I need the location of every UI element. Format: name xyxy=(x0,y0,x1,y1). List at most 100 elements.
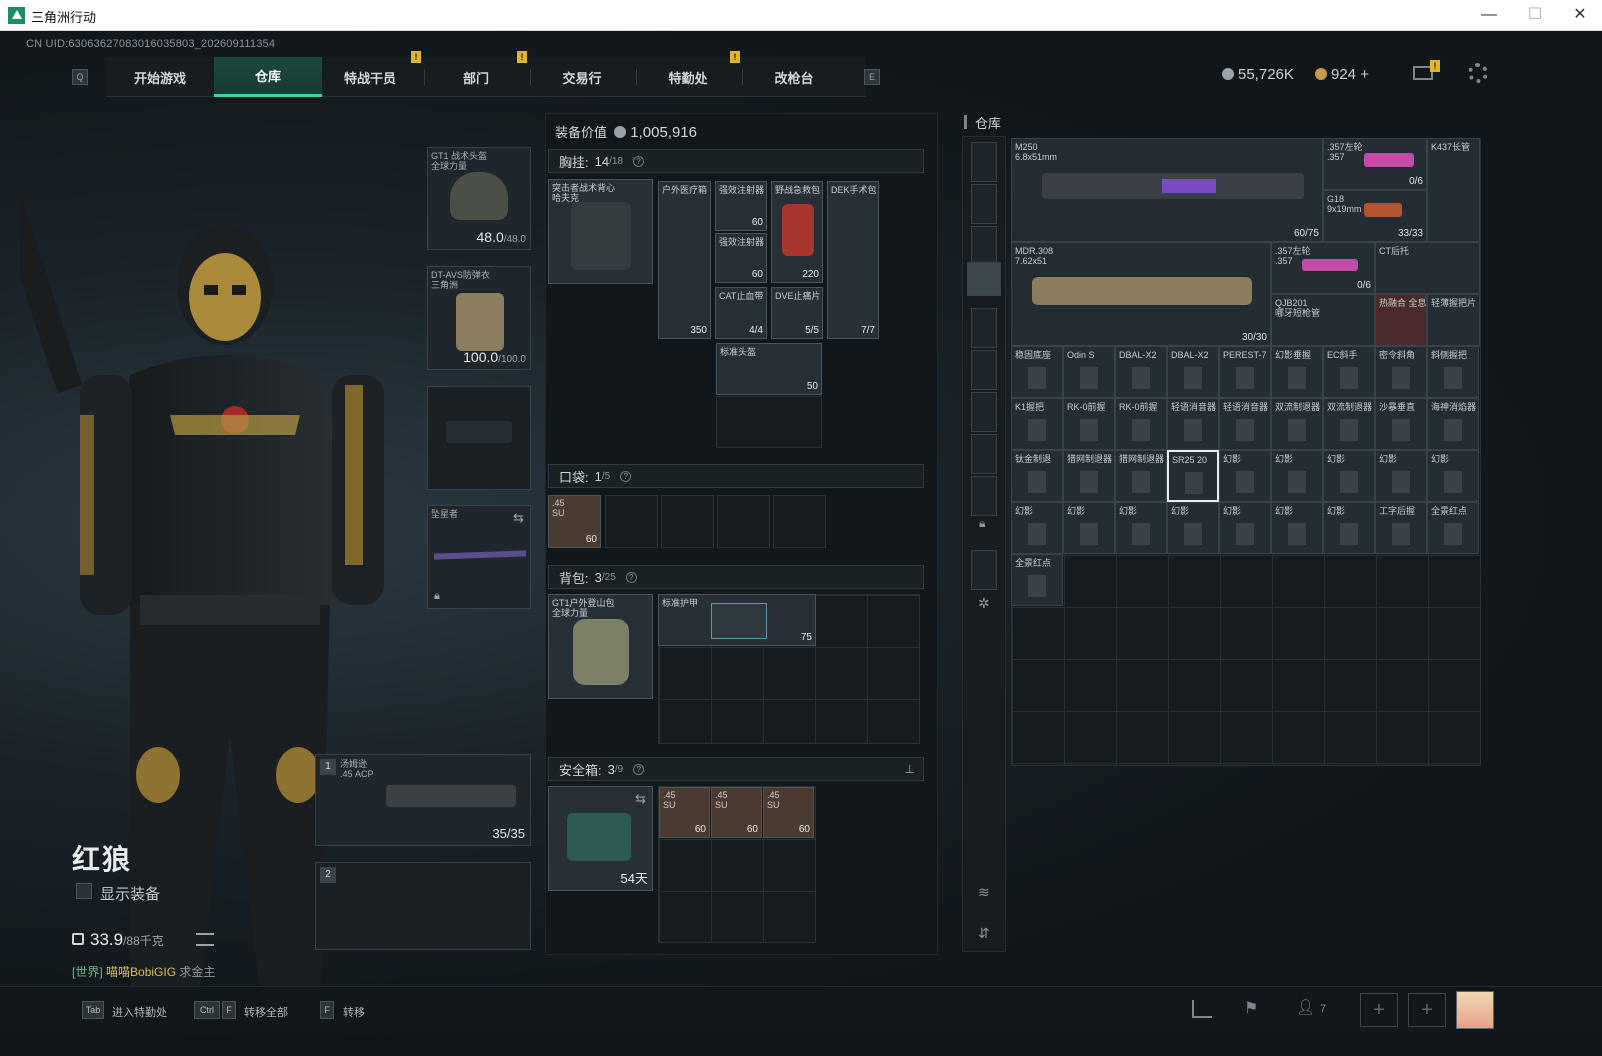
sidearm-slot[interactable] xyxy=(427,386,531,490)
warehouse-item-357[interactable]: .357左轮 .357 0/6 xyxy=(1323,138,1427,190)
layers-icon[interactable]: ≋ xyxy=(978,884,990,901)
warehouse-item-qjb201[interactable]: QJB201 哪牙短枪管 xyxy=(1271,294,1375,346)
player-avatar[interactable] xyxy=(1456,991,1494,1029)
chest-item-injector[interactable]: 强效注射器 60 xyxy=(715,233,767,283)
warehouse-item[interactable]: 幻影 xyxy=(1271,450,1323,502)
swap-icon[interactable]: ⇆ xyxy=(513,510,524,526)
chest-item-field-kit[interactable]: 野战急救包 220 xyxy=(771,181,823,283)
tab-warehouse[interactable]: 仓库 xyxy=(214,57,322,97)
chest-rig-item[interactable]: 突击者战术背心 哈夫克 xyxy=(548,179,653,284)
transfer-button[interactable]: 转移 xyxy=(343,1004,365,1020)
warehouse-tab-7-icon[interactable] xyxy=(971,434,997,474)
warehouse-item-357b[interactable]: .357左轮 .357 0/6 xyxy=(1271,242,1375,294)
warehouse-item[interactable]: 稳固底座 xyxy=(1011,346,1063,398)
safe-ammo-item[interactable]: .45 SU 60 xyxy=(711,787,762,838)
pocket-empty-cell[interactable] xyxy=(717,495,770,548)
warehouse-item[interactable]: 全景红点 xyxy=(1427,502,1479,554)
warehouse-item[interactable]: 幻影 xyxy=(1323,502,1375,554)
warehouse-item-grip[interactable]: 轻薄握把片 xyxy=(1427,294,1480,346)
close-button[interactable]: ✕ xyxy=(1565,4,1595,26)
warehouse-item[interactable]: K1握把 xyxy=(1011,398,1063,450)
warehouse-item[interactable]: 幻影垂握 xyxy=(1271,346,1323,398)
help-icon[interactable]: ? xyxy=(633,155,644,167)
warehouse-item[interactable]: 幻影 xyxy=(1375,450,1427,502)
chest-item-injector[interactable]: 强效注射器 60 xyxy=(715,181,767,231)
warehouse-item[interactable]: EC斜手 xyxy=(1323,346,1375,398)
chest-item-helmet[interactable]: 标准头盔 50 xyxy=(716,343,822,395)
flag-icon[interactable]: ⚑ xyxy=(1244,998,1258,1018)
tab-trade[interactable]: 交易行 xyxy=(528,57,636,97)
warehouse-item[interactable]: PEREST-7 xyxy=(1219,346,1271,398)
warehouse-item[interactable]: 幻影 xyxy=(1167,502,1219,554)
warehouse-item[interactable]: 工字后握 xyxy=(1375,502,1427,554)
stats-icon[interactable] xyxy=(1192,1000,1212,1018)
warehouse-settings-icon[interactable]: ✲ xyxy=(978,595,990,612)
tab-start-game[interactable]: 开始游戏 xyxy=(106,57,214,97)
lock-icon[interactable]: 🔒︎ xyxy=(979,516,985,531)
warehouse-tab-6-icon[interactable] xyxy=(971,392,997,432)
chest-item-surgery-kit[interactable]: DEK手术包 7/7 xyxy=(827,181,879,339)
help-icon[interactable]: ? xyxy=(625,571,637,583)
secondary-weapon-slot[interactable]: 2 xyxy=(315,862,531,950)
gold-currency[interactable]: 924 + xyxy=(1315,66,1369,83)
warehouse-tab-extra-icon[interactable] xyxy=(971,550,997,590)
warehouse-tab-4-icon[interactable] xyxy=(971,308,997,348)
warehouse-item[interactable]: 双流制退器 xyxy=(1271,398,1323,450)
warehouse-item[interactable]: 幻影 xyxy=(1427,450,1479,502)
pocket-ammo-item[interactable]: .45 SU 60 xyxy=(548,495,601,548)
warehouse-tab-1-icon[interactable] xyxy=(971,184,997,224)
warehouse-item[interactable]: 幻影 xyxy=(1219,502,1271,554)
warehouse-item[interactable]: 密令斜角 xyxy=(1375,346,1427,398)
chest-empty-cell[interactable] xyxy=(716,396,822,448)
settings-gear-icon[interactable] xyxy=(1468,63,1488,83)
tab-operators[interactable]: 特战干员 xyxy=(316,57,424,97)
helmet-slot[interactable]: GT1 战术头盔 全球力量 48.0/48.0 xyxy=(427,147,531,250)
swap-icon[interactable]: ⇆ xyxy=(635,791,646,807)
tab-department[interactable]: 部门 xyxy=(422,57,530,97)
pocket-empty-cell[interactable] xyxy=(605,495,658,548)
backpack-item[interactable]: GT1户外登山包 全球力量 xyxy=(548,594,653,699)
warehouse-item-ct-stock[interactable]: CT后托 xyxy=(1375,242,1480,294)
melee-slot[interactable]: 坠星者 ⇆ 🔒︎ xyxy=(427,505,531,609)
help-icon[interactable]: ? xyxy=(633,763,645,775)
body-armor-slot[interactable]: DT-AVS防弹衣 三角洲 100.0/100.0 xyxy=(427,266,531,370)
chest-item-medkit[interactable]: 户外医疗箱 350 xyxy=(658,181,711,339)
pocket-empty-cell[interactable] xyxy=(661,495,714,548)
warehouse-item[interactable]: 猎网制退器 xyxy=(1115,450,1167,502)
safe-ammo-item[interactable]: .45 SU 60 xyxy=(763,787,814,838)
help-icon[interactable]: ? xyxy=(620,470,632,482)
warehouse-all-tab-icon[interactable] xyxy=(971,142,997,182)
sort-icon[interactable]: ⇵ xyxy=(978,925,990,942)
warehouse-item[interactable]: 猎网制退器 xyxy=(1063,450,1115,502)
warehouse-item[interactable]: DBAL-X2 xyxy=(1167,346,1219,398)
show-equipment-checkbox[interactable] xyxy=(76,883,92,899)
warehouse-item[interactable]: 全景红点 xyxy=(1011,554,1063,606)
tab-gunsmith[interactable]: 改枪台 xyxy=(740,57,848,97)
warehouse-item[interactable]: 幻影 xyxy=(1271,502,1323,554)
warehouse-tab-8-icon[interactable] xyxy=(971,476,997,516)
warehouse-item[interactable]: Odin S xyxy=(1063,346,1115,398)
warehouse-item-k437[interactable]: K437长管 xyxy=(1427,138,1480,242)
warehouse-item[interactable]: 斜侧握把 xyxy=(1427,346,1479,398)
warehouse-item-mdr[interactable]: MDR.308 7.62x51 30/30 xyxy=(1011,242,1271,346)
warehouse-item[interactable]: 幻影 xyxy=(1063,502,1115,554)
warehouse-item-holo[interactable]: 热融合 全息 xyxy=(1375,294,1427,346)
backpack-armor-item[interactable]: 标准护甲 75 xyxy=(658,594,816,646)
add-squad-slot-button[interactable]: + xyxy=(1408,993,1446,1027)
warehouse-item[interactable]: RK-0前握 xyxy=(1063,398,1115,450)
silver-currency[interactable]: 55,726K xyxy=(1222,66,1294,83)
primary-weapon-slot[interactable]: 1 汤姆逊 .45 ACP 35/35 xyxy=(315,754,531,846)
warehouse-item[interactable]: SR25 20 xyxy=(1167,450,1219,502)
warehouse-item-g18[interactable]: G18 9x19mm 33/33 xyxy=(1323,190,1427,242)
warehouse-item[interactable]: 幻影 xyxy=(1011,502,1063,554)
warehouse-item[interactable]: 钛金制退 xyxy=(1011,450,1063,502)
warehouse-tab-3-icon[interactable] xyxy=(967,262,1001,296)
safe-box-item[interactable]: ⇆ 54天 xyxy=(548,786,653,891)
add-gold-button[interactable]: + xyxy=(1360,66,1369,83)
friends-icon[interactable]: 👤︎ xyxy=(1296,998,1315,1016)
warehouse-item[interactable]: 双流制退器 xyxy=(1323,398,1375,450)
warehouse-item[interactable]: 轻语消音器 xyxy=(1167,398,1219,450)
warehouse-tab-2-icon[interactable] xyxy=(971,226,997,266)
warehouse-item[interactable]: RK-0前握 xyxy=(1115,398,1167,450)
enter-special-ops-button[interactable]: 进入特勤处 xyxy=(112,1004,167,1020)
